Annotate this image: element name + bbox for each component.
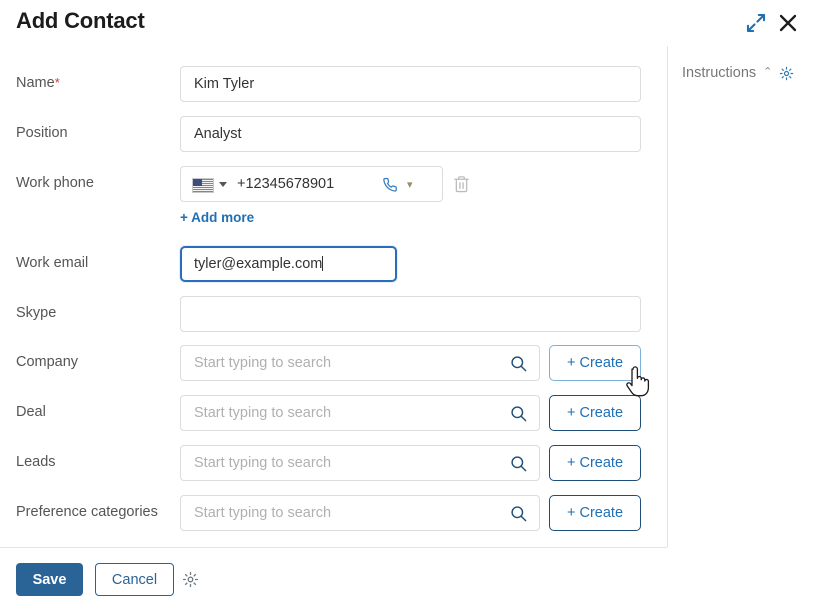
leads-search-placeholder: Start typing to search bbox=[194, 455, 332, 471]
add-more-phone-link[interactable]: + Add more bbox=[180, 210, 254, 225]
form-row-deal: Deal Start typing to search + Create bbox=[0, 395, 667, 431]
save-button[interactable]: Save bbox=[16, 563, 83, 596]
work-email-value: tyler@example.com bbox=[194, 256, 324, 272]
preference-categories-create-button[interactable]: + Create bbox=[549, 495, 641, 531]
label-position: Position bbox=[16, 125, 68, 141]
search-icon[interactable] bbox=[509, 354, 528, 373]
search-icon[interactable] bbox=[509, 404, 528, 423]
company-search-input[interactable]: Start typing to search bbox=[180, 345, 540, 381]
phone-type-chevron-down-icon[interactable]: ▾ bbox=[407, 180, 413, 191]
page-title: Add Contact bbox=[16, 8, 145, 33]
form-row-skype: Skype bbox=[0, 296, 667, 332]
deal-create-button[interactable]: + Create bbox=[549, 395, 641, 431]
gear-icon[interactable] bbox=[779, 66, 794, 81]
label-name: Name* bbox=[16, 75, 60, 91]
expand-diagonal-icon[interactable] bbox=[744, 11, 768, 35]
gear-icon[interactable] bbox=[182, 571, 199, 588]
close-icon[interactable] bbox=[776, 11, 800, 35]
search-icon[interactable] bbox=[509, 504, 528, 523]
contact-form: Name* Kim Tyler Position Analyst Work ph… bbox=[0, 46, 667, 547]
work-phone-input[interactable]: +12345678901 ▾ bbox=[180, 166, 443, 202]
name-input[interactable]: Kim Tyler bbox=[180, 66, 641, 102]
us-flag-icon[interactable] bbox=[192, 178, 214, 193]
company-search-placeholder: Start typing to search bbox=[194, 355, 332, 371]
work-phone-value: +12345678901 bbox=[237, 176, 335, 192]
position-input-value: Analyst bbox=[194, 126, 242, 142]
label-skype: Skype bbox=[16, 305, 57, 321]
work-email-input[interactable]: tyler@example.com bbox=[180, 246, 397, 282]
label-deal: Deal bbox=[16, 404, 46, 420]
preference-categories-search-input[interactable]: Start typing to search bbox=[180, 495, 540, 531]
leads-create-button[interactable]: + Create bbox=[549, 445, 641, 481]
skype-input[interactable] bbox=[180, 296, 641, 332]
leads-search-input[interactable]: Start typing to search bbox=[180, 445, 540, 481]
required-asterisk: * bbox=[54, 75, 60, 90]
dialog-footer: Save Cancel bbox=[0, 548, 667, 606]
phone-icon[interactable] bbox=[381, 176, 398, 193]
form-row-name: Name* Kim Tyler bbox=[0, 66, 667, 102]
label-work-phone: Work phone bbox=[16, 175, 94, 191]
position-input[interactable]: Analyst bbox=[180, 116, 641, 152]
deal-search-placeholder: Start typing to search bbox=[194, 405, 332, 421]
instructions-panel: Instructions ⌃ bbox=[668, 46, 816, 547]
form-row-preference-categories: Preference categories Start typing to se… bbox=[0, 495, 667, 531]
label-leads: Leads bbox=[16, 454, 56, 470]
search-icon[interactable] bbox=[509, 454, 528, 473]
name-input-value: Kim Tyler bbox=[194, 76, 255, 92]
form-row-position: Position Analyst bbox=[0, 116, 667, 152]
form-row-work-email: Work email tyler@example.com bbox=[0, 246, 667, 282]
chevron-up-icon[interactable]: ⌃ bbox=[763, 66, 772, 78]
cancel-button[interactable]: Cancel bbox=[95, 563, 174, 596]
add-contact-dialog: Add Contact Instructions ⌃ Name* Kim Tyl… bbox=[0, 0, 816, 606]
deal-search-input[interactable]: Start typing to search bbox=[180, 395, 540, 431]
form-row-work-phone: Work phone +12345678901 ▾ + Add more bbox=[0, 166, 667, 236]
form-row-company: Company Start typing to search + Create bbox=[0, 345, 667, 381]
preference-categories-search-placeholder: Start typing to search bbox=[194, 505, 332, 521]
country-dropdown-caret[interactable] bbox=[219, 182, 227, 187]
company-create-button[interactable]: + Create bbox=[549, 345, 641, 381]
instructions-header[interactable]: Instructions ⌃ bbox=[682, 65, 794, 81]
instructions-label[interactable]: Instructions bbox=[682, 65, 756, 81]
text-caret bbox=[322, 256, 324, 271]
label-preference-categories: Preference categories bbox=[16, 504, 158, 520]
label-work-email: Work email bbox=[16, 255, 89, 271]
dialog-header: Add Contact bbox=[0, 0, 816, 46]
trash-icon[interactable] bbox=[452, 174, 471, 194]
label-company: Company bbox=[16, 354, 79, 370]
form-row-leads: Leads Start typing to search + Create bbox=[0, 445, 667, 481]
